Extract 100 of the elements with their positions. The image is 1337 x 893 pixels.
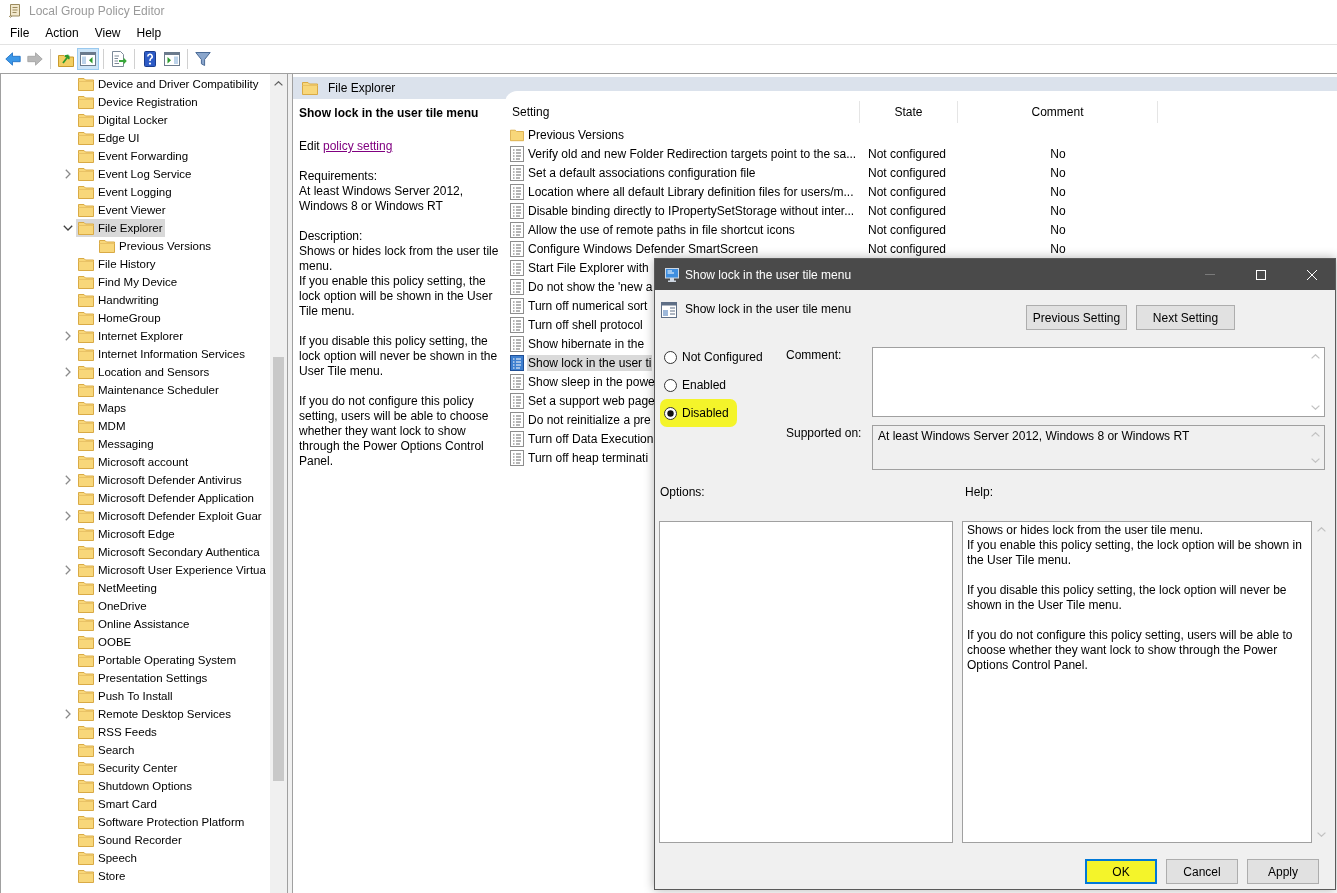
setting-name[interactable]: Turn off Data Execution [527, 430, 655, 447]
tree-item[interactable]: Messaging [76, 435, 156, 453]
setting-name[interactable]: Turn off numerical sort [527, 297, 649, 314]
radio-button[interactable] [664, 378, 677, 392]
tree-item[interactable]: Digital Locker [76, 111, 170, 129]
scroll-down-icon [1311, 458, 1320, 463]
menu-item[interactable]: File [2, 23, 38, 43]
chevron-down-icon[interactable] [63, 225, 73, 231]
tree-item[interactable]: Microsoft Defender Antivirus [76, 471, 244, 489]
tree-item[interactable]: Event Logging [76, 183, 174, 201]
tree-item[interactable]: Location and Sensors [76, 363, 212, 381]
radio-button[interactable] [664, 350, 677, 364]
setting-name[interactable]: Turn off heap terminati [527, 449, 650, 466]
tree-item[interactable]: NetMeeting [76, 579, 159, 597]
setting-name[interactable]: Show lock in the user ti [527, 354, 653, 371]
show-tree-button[interactable] [77, 48, 99, 70]
setting-name[interactable]: Start File Explorer with [527, 259, 650, 276]
scrollbar[interactable] [270, 74, 287, 893]
tree-item[interactable]: Microsoft Edge [76, 525, 177, 543]
chevron-right-icon[interactable] [65, 565, 71, 575]
column-header[interactable]: Setting [505, 101, 860, 123]
scroll-up-icon[interactable] [274, 81, 283, 86]
setting-name[interactable]: Verify old and new Folder Redirection targets point to the sa... [527, 145, 858, 162]
column-header[interactable]: State [860, 101, 958, 123]
tree-item[interactable]: Smart Card [76, 795, 159, 813]
column-header[interactable]: Comment [958, 101, 1158, 123]
setting-name[interactable]: Do not show the 'new a [527, 278, 654, 295]
chevron-right-icon[interactable] [65, 331, 71, 341]
setting-name[interactable]: Previous Versions [527, 126, 626, 143]
tree-item[interactable]: Security Center [76, 759, 180, 777]
tree-item[interactable]: Edge UI [76, 129, 142, 147]
tree-item[interactable]: Search [76, 741, 137, 759]
radio-button[interactable] [664, 406, 677, 420]
setting-name[interactable]: Location where all default Library definition files for users/m... [527, 183, 855, 200]
tree-item[interactable]: Event Forwarding [76, 147, 191, 165]
dialog-button[interactable]: Apply [1247, 859, 1319, 884]
tree-item[interactable]: Handwriting [76, 291, 161, 309]
funnel-icon [195, 51, 211, 67]
setting-name[interactable]: Turn off shell protocol [527, 316, 644, 333]
tree-item[interactable]: Microsoft Defender Application [76, 489, 256, 507]
tree-item[interactable]: Shutdown Options [76, 777, 194, 795]
tree-item[interactable]: Microsoft User Experience Virtua [76, 561, 268, 579]
scroll-thumb[interactable] [273, 357, 284, 781]
tree-item[interactable]: Speech [76, 849, 139, 867]
radio-option[interactable]: Not Configured [664, 347, 767, 367]
tree-item[interactable]: Microsoft account [76, 453, 191, 471]
menu-item[interactable]: Action [37, 23, 87, 43]
chevron-right-icon[interactable] [65, 511, 71, 521]
dialog-button[interactable]: Cancel [1166, 859, 1238, 884]
setting-nav-button[interactable]: Next Setting [1136, 305, 1235, 330]
requirements-text: At least Windows Server 2012, Windows 8 or Windows RT [299, 184, 465, 214]
tree-item[interactable]: Online Assistance [76, 615, 192, 633]
tree-item[interactable]: Presentation Settings [76, 669, 210, 687]
chevron-right-icon[interactable] [65, 475, 71, 485]
setting-name[interactable]: Configure Windows Defender SmartScreen [527, 240, 760, 257]
setting-name[interactable]: Do not reinitialize a pre [527, 411, 652, 428]
supported-on-field[interactable]: At least Windows Server 2012, Windows 8 or Windows RT [872, 425, 1325, 470]
tree-item[interactable]: Software Protection Platform [76, 813, 247, 831]
tree-item[interactable]: Maps [76, 399, 129, 417]
chevron-right-icon[interactable] [65, 709, 71, 719]
tree-item[interactable]: Microsoft Secondary Authentica [76, 543, 262, 561]
comment-field[interactable] [872, 347, 1325, 417]
setting-name[interactable]: Set a support web page [527, 392, 656, 409]
tree-item[interactable]: Previous Versions [97, 237, 214, 255]
tree-item[interactable]: Microsoft Defender Exploit Guar [76, 507, 264, 525]
dialog-button[interactable]: OK [1085, 859, 1157, 884]
tree-item[interactable]: Internet Information Services [76, 345, 247, 363]
tree-item[interactable]: Device and Driver Compatibility [76, 75, 261, 93]
chevron-right-icon[interactable] [65, 367, 71, 377]
setting-name[interactable]: Disable binding directly to IPropertySetStorage without inter... [527, 202, 856, 219]
setting-nav-button[interactable]: Previous Setting [1026, 305, 1127, 330]
scroll-up-icon [1311, 354, 1320, 359]
tree-item[interactable]: Sound Recorder [76, 831, 184, 849]
tree-item[interactable]: OOBE [76, 633, 134, 651]
menu-item[interactable]: Help [128, 23, 170, 43]
setting-name[interactable]: Set a default associations configuration file [527, 164, 757, 181]
tree-item[interactable]: File History [76, 255, 158, 273]
tree-item[interactable]: Remote Desktop Services [76, 705, 233, 723]
tree-item[interactable]: Event Viewer [76, 201, 168, 219]
setting-name[interactable]: Show sleep in the powe [527, 373, 656, 390]
tree-item[interactable]: Find My Device [76, 273, 180, 291]
tree-item[interactable]: RSS Feeds [76, 723, 159, 741]
menu-item[interactable]: View [86, 23, 129, 43]
tree-item[interactable]: Internet Explorer [76, 327, 185, 345]
tree-item[interactable]: Event Log Service [76, 165, 194, 183]
chevron-right-icon[interactable] [65, 169, 71, 179]
tree-item[interactable]: Portable Operating System [76, 651, 239, 669]
tree-item[interactable]: MDM [76, 417, 128, 435]
tree-item[interactable]: HomeGroup [76, 309, 163, 327]
tree-item[interactable]: Store [76, 867, 128, 885]
state-text: Not configured [868, 146, 947, 161]
setting-name[interactable]: Show hibernate in the [527, 335, 646, 352]
tree-item[interactable]: Maintenance Scheduler [76, 381, 221, 399]
tree-item[interactable]: File Explorer [76, 219, 165, 237]
tree-item[interactable]: Push To Install [76, 687, 175, 705]
policy-setting-link[interactable]: policy setting [323, 139, 393, 153]
radio-option[interactable]: Enabled [664, 375, 731, 395]
setting-name[interactable]: Allow the use of remote paths in file shortcut icons [527, 221, 796, 238]
tree-item[interactable]: Device Registration [76, 93, 200, 111]
tree-item[interactable]: OneDrive [76, 597, 149, 615]
